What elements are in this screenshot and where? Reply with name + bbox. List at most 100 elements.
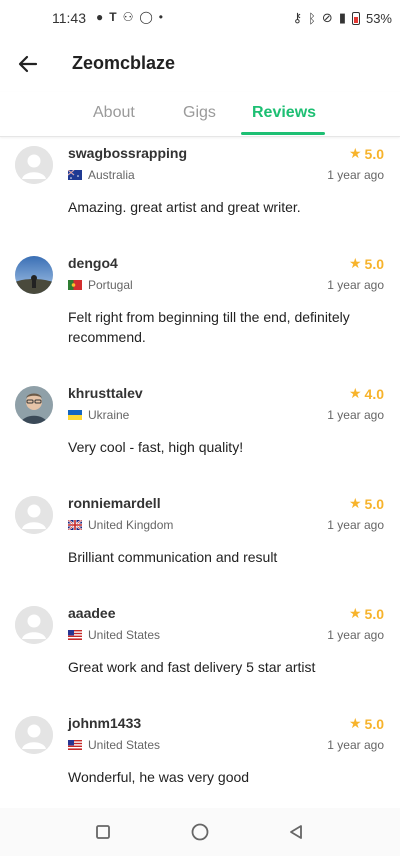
tab-reviews[interactable]: Reviews [252,104,316,122]
avatar[interactable] [15,606,53,644]
review-username[interactable]: johnm1433 [68,715,141,731]
battery-percent: 53% [365,10,392,26]
default-avatar-icon [15,716,53,754]
notification-icons: ● T ⚇ ◯ • [96,10,163,24]
review-country: Ukraine [68,408,129,422]
page-title: Zeomcblaze [72,53,176,73]
more-notifications-icon: • [158,10,163,24]
country-name: United Kingdom [88,518,174,532]
us-flag-icon [68,630,82,640]
review-username[interactable]: aaadee [68,605,115,621]
app-header: Zeomcblaze [0,36,400,92]
star-icon: ★ [348,385,362,401]
review-item: ronniemardell ★ 5.0 United Kingdom 1 yea… [0,486,400,596]
review-time: 1 year ago [327,278,384,292]
review-rating: ★ 5.0 [349,605,384,622]
review-comment: Felt right from beginning till the end, … [68,309,350,345]
star-icon: ★ [348,495,362,511]
notification-t-icon: T [109,10,117,24]
review-username[interactable]: khrusttalev [68,385,143,401]
review-rating: ★ 5.0 [349,145,384,162]
key-icon: ⚷ [292,10,303,25]
rating-value: 5.0 [364,605,384,622]
star-icon: ★ [348,605,362,621]
star-icon: ★ [348,715,362,731]
review-time: 1 year ago [327,518,384,532]
review-country: United Kingdom [68,518,173,532]
avatar[interactable] [15,496,53,534]
recent-apps-button[interactable] [93,822,113,842]
review-item: khrusttalev ★ 4.0 Ukraine 1 year ago Ver… [0,376,400,486]
whatsapp-icon: ◯ [139,10,153,24]
tab-about[interactable]: About [93,104,135,122]
review-rating: ★ 5.0 [349,495,384,512]
review-country: Portugal [68,278,133,292]
avatar[interactable] [15,146,53,184]
review-comment: Brilliant communication and result [68,549,278,565]
profile-tabs: About Gigs Reviews [0,92,400,137]
bluetooth-icon: ᛒ [308,10,316,26]
review-comment: Great work and fast delivery 5 star arti… [68,659,316,675]
rating-value: 5.0 [364,145,384,162]
tab-gigs[interactable]: Gigs [183,104,216,122]
rating-value: 5.0 [364,255,384,272]
signal-icon: ▮ [338,10,346,25]
us-flag-icon [68,740,82,750]
review-time: 1 year ago [327,168,384,182]
status-time: 11:43 [52,10,86,26]
review-username[interactable]: dengo4 [68,255,118,271]
australia-flag-icon [68,170,82,180]
uk-flag-icon [68,520,82,530]
review-comment: Wonderful, he was very good [68,769,250,785]
active-tab-indicator [241,132,325,135]
ukraine-flag-icon [68,410,82,420]
review-rating: ★ 4.0 [349,385,384,402]
back-button[interactable] [14,50,42,78]
default-avatar-icon [15,606,53,644]
country-name: United States [88,738,161,752]
avatar[interactable] [15,716,53,754]
back-nav-button[interactable] [286,822,306,842]
review-time: 1 year ago [327,408,384,422]
country-name: United States [88,628,161,642]
mute-icon: ⊘ [321,10,333,25]
review-username[interactable]: swagbossrapping [68,145,187,161]
country-name: Ukraine [88,408,130,422]
person-photo-avatar-icon [15,386,53,424]
review-time: 1 year ago [327,628,384,642]
square-icon [96,825,110,839]
review-username[interactable]: ronniemardell [68,495,161,511]
review-rating: ★ 5.0 [349,715,384,732]
default-avatar-icon [15,146,53,184]
reviews-list[interactable]: swagbossrapping ★ 5.0 Australia 1 year a… [0,136,400,808]
status-bar: 11:43 ● T ⚇ ◯ • ⚷ ᛒ ⊘ ▮ 53% [0,0,400,36]
review-country: United States [68,628,160,642]
notification-app-icon: ⚇ [122,10,134,24]
review-item: aaadee ★ 5.0 United States 1 year ago Gr… [0,596,400,706]
country-name: Australia [88,168,135,182]
country-name: Portugal [88,278,133,292]
circle-icon [191,823,209,841]
system-nav-bar [0,808,400,856]
review-item: dengo4 ★ 5.0 Portugal 1 year ago Felt ri… [0,246,400,356]
arrow-left-icon [18,55,38,73]
home-button[interactable] [190,822,210,842]
avatar[interactable] [15,256,53,294]
review-comment: Very cool - fast, high quality! [68,439,244,455]
notification-icon: ● [96,10,104,24]
battery-icon [351,11,360,25]
review-time: 1 year ago [327,738,384,752]
review-comment: Amazing. great artist and great writer. [68,199,301,215]
review-country: Australia [68,168,135,182]
avatar[interactable] [15,386,53,424]
rating-value: 5.0 [364,715,384,732]
system-icons: ⚷ ᛒ ⊘ ▮ 53% [293,10,392,26]
review-item: swagbossrapping ★ 5.0 Australia 1 year a… [0,136,400,246]
triangle-back-icon [290,825,302,839]
rating-value: 5.0 [364,495,384,512]
landscape-photo-avatar-icon [15,256,53,294]
rating-value: 4.0 [364,385,384,402]
star-icon: ★ [348,145,362,161]
review-rating: ★ 5.0 [349,255,384,272]
star-icon: ★ [348,255,362,271]
